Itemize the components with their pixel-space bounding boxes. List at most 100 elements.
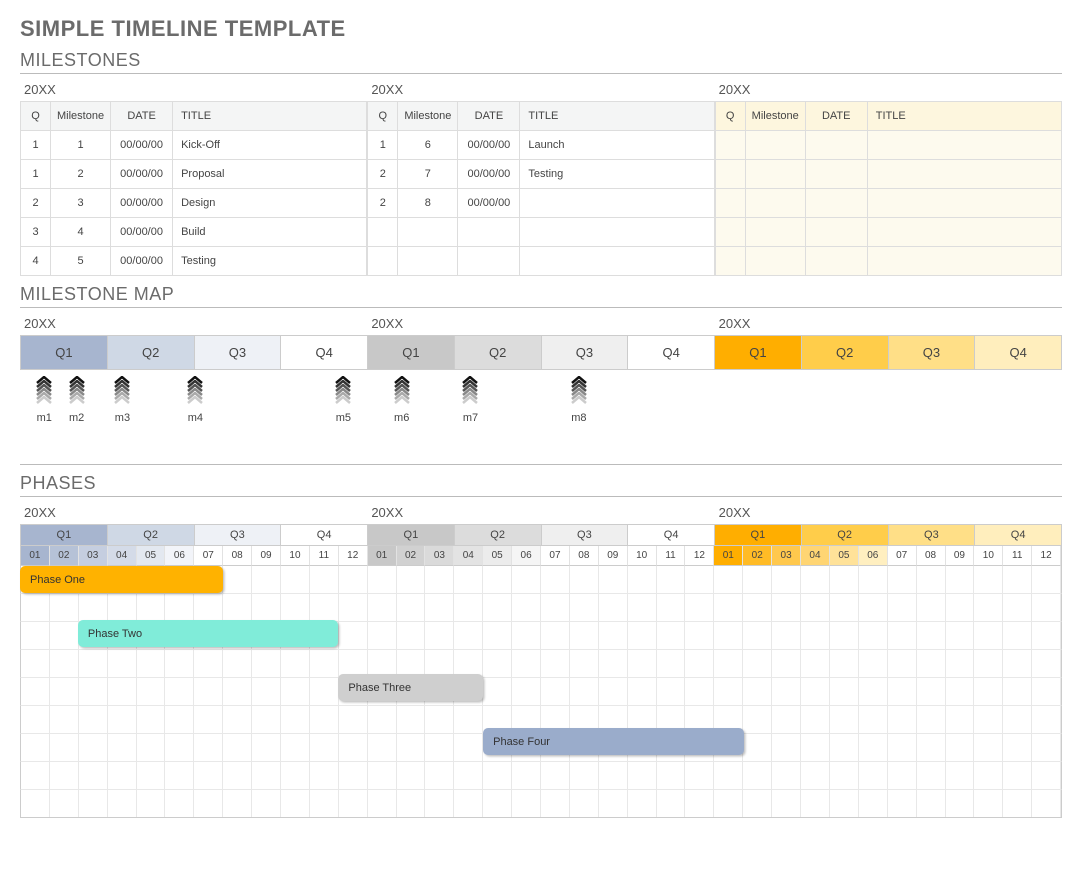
- phase-month: 06: [859, 546, 888, 566]
- phase-grid-cell: [541, 762, 570, 789]
- phase-grid-cell: [599, 566, 628, 593]
- phase-grid-cell: [223, 594, 252, 621]
- table-cell: 2: [368, 160, 398, 189]
- phase-grid-cell: [50, 706, 79, 733]
- phase-quarter: Q3: [889, 525, 976, 545]
- phase-month: 12: [685, 546, 714, 566]
- phase-bar[interactable]: Phase Four: [483, 728, 744, 755]
- phase-grid-row: [20, 762, 1062, 790]
- section-phases: PHASES: [20, 473, 1062, 497]
- phase-grid-cell: [512, 650, 541, 677]
- phase-grid-cell: [888, 566, 917, 593]
- map-quarter: Q3: [542, 336, 629, 369]
- phase-grid-cell: [946, 706, 975, 733]
- year-label: 20XX: [715, 312, 1062, 335]
- phase-grid-cell: [425, 566, 454, 593]
- phase-grid-cell: [252, 734, 281, 761]
- phase-month: 11: [1003, 546, 1032, 566]
- section-milestones: MILESTONES: [20, 50, 1062, 74]
- phase-month: 08: [917, 546, 946, 566]
- phase-bar[interactable]: Phase Three: [338, 674, 483, 701]
- table-cell: [368, 247, 398, 276]
- table-cell: [805, 189, 867, 218]
- phase-month: 07: [194, 546, 223, 566]
- phase-grid-cell: [281, 706, 310, 733]
- chevron-up-icon: [69, 396, 85, 402]
- phase-quarter: Q4: [281, 525, 368, 545]
- phase-grid-cell: [657, 622, 686, 649]
- phase-grid-cell: [772, 650, 801, 677]
- phase-grid-cell: [859, 622, 888, 649]
- phase-bar[interactable]: Phase One: [20, 566, 223, 593]
- arrow-label: m7: [463, 412, 478, 424]
- phase-grid-cell: [194, 678, 223, 705]
- phase-grid-cell: [917, 678, 946, 705]
- phase-grid-cell: [657, 678, 686, 705]
- phase-grid-cell: [801, 566, 830, 593]
- map-year-row: 20XX20XX20XX: [20, 312, 1062, 335]
- phase-grid-cell: [223, 790, 252, 817]
- phase-grid-cell: [223, 650, 252, 677]
- table-cell: [715, 131, 745, 160]
- phase-grid-cell: [137, 678, 166, 705]
- phase-grid-cell: [888, 594, 917, 621]
- phase-grid-cell: [310, 650, 339, 677]
- phase-grid-cell: [425, 650, 454, 677]
- phase-grid-cell: [339, 762, 368, 789]
- phase-grid-cell: [657, 594, 686, 621]
- arrow-label: m6: [394, 412, 409, 424]
- phase-quarter: Q1: [21, 525, 108, 545]
- phase-month: 02: [743, 546, 772, 566]
- year-label: 20XX: [367, 78, 714, 101]
- phase-grid-cell: [454, 790, 483, 817]
- phase-month: 02: [50, 546, 79, 566]
- phase-grid-cell: [974, 622, 1003, 649]
- phase-bar[interactable]: Phase Two: [78, 620, 339, 647]
- phase-grid-cell: [79, 650, 108, 677]
- table-header: DATE: [458, 102, 520, 131]
- milestone-arrows-row: m1m2m3m4m5m6m7m8: [20, 378, 1062, 458]
- phase-grid-cell: [425, 762, 454, 789]
- map-quarter: Q4: [975, 336, 1061, 369]
- phase-month: 12: [1032, 546, 1061, 566]
- table-cell: [715, 189, 745, 218]
- phase-grid-cell: [281, 594, 310, 621]
- phase-grid-cell: [1003, 566, 1032, 593]
- phase-grid-cell: [165, 650, 194, 677]
- phase-grid-cell: [541, 790, 570, 817]
- milestones-tables: QMilestoneDATETITLE1100/00/00Kick-Off120…: [20, 101, 1062, 276]
- table-cell: [745, 247, 805, 276]
- table-cell: Launch: [520, 131, 714, 160]
- table-cell: 7: [398, 160, 458, 189]
- phase-grid-cell: [685, 762, 714, 789]
- phase-quarter: Q1: [715, 525, 802, 545]
- phase-grid-cell: [454, 762, 483, 789]
- phase-grid-cell: [310, 734, 339, 761]
- phase-grid-cell: [743, 650, 772, 677]
- phases-body: Phase One Phase Two Phase ThreePhase Four: [20, 566, 1062, 818]
- table-cell: [715, 247, 745, 276]
- phase-month: 06: [512, 546, 541, 566]
- phase-grid-cell: [1032, 762, 1061, 789]
- phase-grid-cell: [223, 734, 252, 761]
- table-cell: [745, 160, 805, 189]
- phase-grid-cell: [859, 734, 888, 761]
- phase-grid-cell: [21, 706, 50, 733]
- phase-grid-cell: [599, 594, 628, 621]
- chevron-up-icon: [335, 396, 351, 402]
- year-label: 20XX: [367, 312, 714, 335]
- table-cell: 4: [21, 247, 51, 276]
- phase-grid-cell: [1032, 594, 1061, 621]
- phase-grid-cell: [1003, 734, 1032, 761]
- phase-grid-cell: [946, 762, 975, 789]
- phase-grid-cell: [570, 650, 599, 677]
- milestone-map-row: Q1Q2Q3Q4Q1Q2Q3Q4Q1Q2Q3Q4: [20, 335, 1062, 370]
- table-row: 2300/00/00Design: [21, 189, 367, 218]
- phase-month: 11: [310, 546, 339, 566]
- table-cell: [745, 189, 805, 218]
- phase-grid-cell: [108, 734, 137, 761]
- phase-grid-cell: [830, 706, 859, 733]
- phase-grid-cell: [859, 566, 888, 593]
- phase-grid-cell: [397, 734, 426, 761]
- phase-grid-cell: [974, 706, 1003, 733]
